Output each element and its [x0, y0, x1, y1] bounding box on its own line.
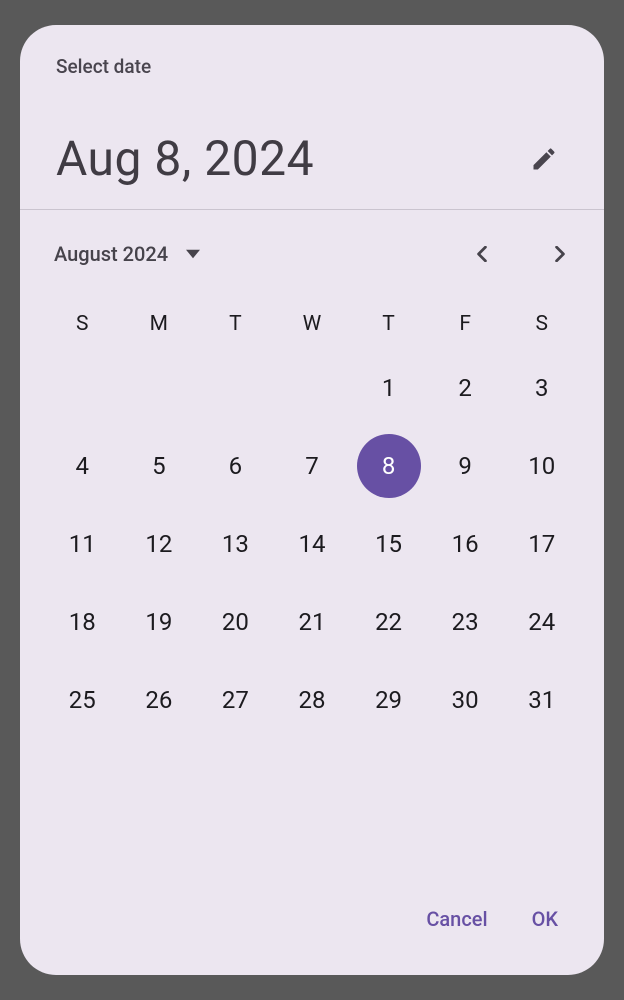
day-cell: 4 [44, 434, 121, 498]
day-button[interactable]: 2 [433, 356, 497, 420]
weekday-label: T [197, 312, 274, 336]
weekday-label: S [44, 312, 121, 336]
day-cell: 24 [503, 590, 580, 654]
weekday-label: S [503, 312, 580, 336]
day-cell: 10 [503, 434, 580, 498]
day-cell: 9 [427, 434, 504, 498]
day-button[interactable]: 17 [510, 512, 574, 576]
day-cell: 26 [121, 668, 198, 732]
day-button[interactable]: 12 [127, 512, 191, 576]
day-cell: 17 [503, 512, 580, 576]
ok-button[interactable]: OK [532, 907, 558, 931]
weekday-label: T [350, 312, 427, 336]
select-date-label: Select date [56, 55, 568, 78]
day-button[interactable]: 9 [433, 434, 497, 498]
previous-month-button[interactable] [456, 228, 508, 280]
day-button[interactable]: 7 [280, 434, 344, 498]
day-button[interactable]: 23 [433, 590, 497, 654]
selected-date-row: Aug 8, 2024 [56, 130, 568, 187]
day-button[interactable]: 22 [357, 590, 421, 654]
day-cell: 3 [503, 356, 580, 420]
day-button[interactable]: 19 [127, 590, 191, 654]
empty-day-cell [121, 356, 198, 420]
day-button[interactable]: 15 [357, 512, 421, 576]
chevron-left-icon [474, 246, 490, 262]
weekday-label: M [121, 312, 198, 336]
cancel-button[interactable]: Cancel [426, 907, 487, 931]
day-cell: 21 [274, 590, 351, 654]
day-cell: 11 [44, 512, 121, 576]
day-button[interactable]: 16 [433, 512, 497, 576]
day-button[interactable]: 6 [203, 434, 267, 498]
dialog-header: Select date Aug 8, 2024 [20, 25, 604, 210]
weekday-header-row: S M T W T F S [44, 298, 580, 356]
empty-day-cell [274, 356, 351, 420]
empty-day-cell [44, 356, 121, 420]
pencil-icon [530, 145, 558, 173]
selected-date-text: Aug 8, 2024 [56, 130, 314, 187]
day-cell: 8 [350, 434, 427, 498]
day-button[interactable]: 11 [50, 512, 114, 576]
day-cell: 28 [274, 668, 351, 732]
day-cell: 25 [44, 668, 121, 732]
next-month-button[interactable] [534, 228, 586, 280]
day-cell: 14 [274, 512, 351, 576]
day-cell: 23 [427, 590, 504, 654]
calendar-grid: S M T W T F S 12345678910111213141516171… [20, 298, 604, 732]
day-button[interactable]: 28 [280, 668, 344, 732]
days-grid: 1234567891011121314151617181920212223242… [44, 356, 580, 732]
day-button[interactable]: 26 [127, 668, 191, 732]
day-button[interactable]: 25 [50, 668, 114, 732]
day-cell: 31 [503, 668, 580, 732]
day-cell: 30 [427, 668, 504, 732]
day-cell: 13 [197, 512, 274, 576]
day-button[interactable]: 3 [510, 356, 574, 420]
day-button[interactable]: 14 [280, 512, 344, 576]
chevron-right-icon [552, 246, 568, 262]
day-cell: 2 [427, 356, 504, 420]
day-button[interactable]: 1 [357, 356, 421, 420]
date-picker-dialog: Select date Aug 8, 2024 August 2024 [20, 25, 604, 975]
day-cell: 7 [274, 434, 351, 498]
day-button[interactable]: 5 [127, 434, 191, 498]
day-cell: 1 [350, 356, 427, 420]
day-cell: 15 [350, 512, 427, 576]
day-button[interactable]: 27 [203, 668, 267, 732]
weekday-label: F [427, 312, 504, 336]
chevron-down-icon [186, 247, 200, 261]
day-cell: 27 [197, 668, 274, 732]
day-cell: 6 [197, 434, 274, 498]
day-cell: 5 [121, 434, 198, 498]
day-cell: 18 [44, 590, 121, 654]
day-button[interactable]: 21 [280, 590, 344, 654]
day-button[interactable]: 10 [510, 434, 574, 498]
day-cell: 12 [121, 512, 198, 576]
day-button[interactable]: 4 [50, 434, 114, 498]
month-year-dropdown[interactable]: August 2024 [54, 242, 200, 266]
day-cell: 20 [197, 590, 274, 654]
day-button[interactable]: 24 [510, 590, 574, 654]
day-button[interactable]: 29 [357, 668, 421, 732]
edit-date-button[interactable] [520, 135, 568, 183]
dialog-actions: Cancel OK [20, 907, 604, 975]
weekday-label: W [274, 312, 351, 336]
day-button[interactable]: 31 [510, 668, 574, 732]
day-cell: 29 [350, 668, 427, 732]
day-button[interactable]: 13 [203, 512, 267, 576]
day-button[interactable]: 18 [50, 590, 114, 654]
day-button[interactable]: 30 [433, 668, 497, 732]
day-button[interactable]: 8 [357, 434, 421, 498]
day-cell: 19 [121, 590, 198, 654]
day-button[interactable]: 20 [203, 590, 267, 654]
day-cell: 16 [427, 512, 504, 576]
day-cell: 22 [350, 590, 427, 654]
empty-day-cell [197, 356, 274, 420]
month-year-label: August 2024 [54, 242, 168, 266]
month-navigation-row: August 2024 [20, 210, 604, 298]
